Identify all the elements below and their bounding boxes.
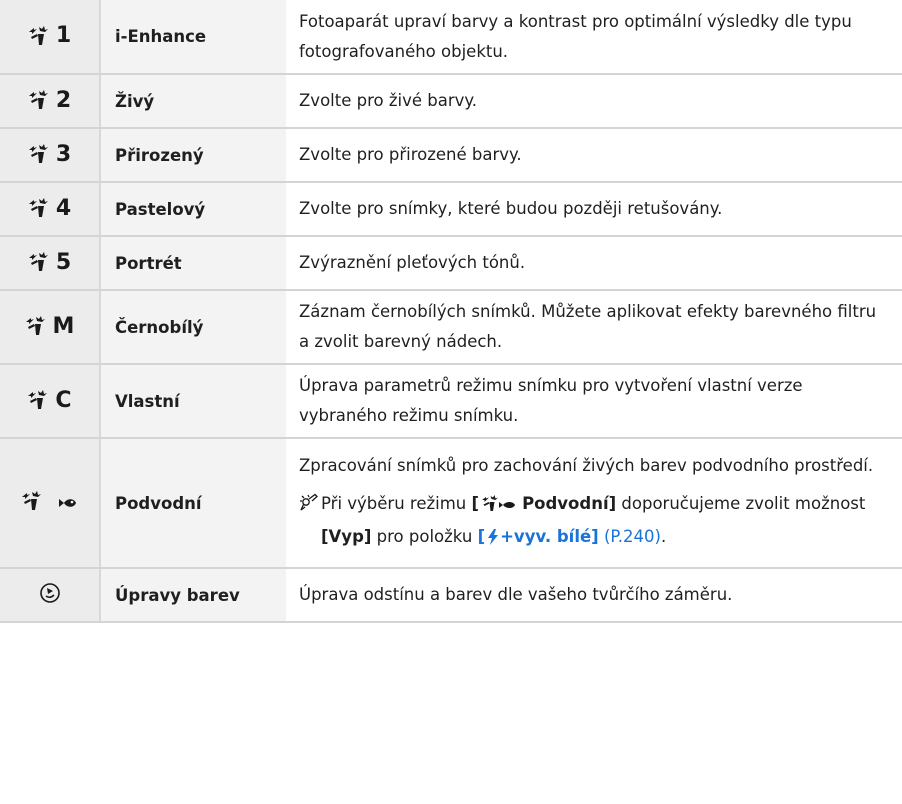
mode-name: Portrét <box>100 236 286 291</box>
tip-text-part: Při výběru režimu <box>321 494 472 513</box>
picture-mode-table: 1 i-Enhance Fotoaparát upraví barvy a kont… <box>0 0 902 623</box>
table-row: 1 i-Enhance Fotoaparát upraví barvy a kont… <box>0 0 902 75</box>
tip-pencil-icon <box>299 489 321 523</box>
table-row: 3 Přirozený Zvolte pro přirozené barvy. <box>0 128 902 183</box>
mode-description-cell: Úprava odstínu a barev dle vašeho tvůrčí… <box>286 568 902 623</box>
bracket: [ <box>471 494 480 513</box>
mode-number: 4 <box>55 195 72 221</box>
mode-icon-cell <box>0 438 101 569</box>
underwater-mode-label: Podvodní] <box>522 494 617 513</box>
picture-mode-icon: M <box>25 313 75 339</box>
mode-name: Přirozený <box>100 128 286 183</box>
table-row: 5 Portrét Zvýraznění pleťových tónů. <box>0 236 902 291</box>
picture-mode-icon: 2 <box>28 88 71 113</box>
flash-wb-ref: [ +vyv. bílé] <box>478 527 599 546</box>
flash-icon <box>487 525 499 555</box>
mode-description: Fotoaparát upraví barvy a kontrast pro o… <box>299 11 852 61</box>
picture-mode-icon: 1 <box>28 23 71 48</box>
mode-description: Zvolte pro živé barvy. <box>299 91 478 110</box>
underwater-mode-ref: [ Podvodní] <box>472 494 617 513</box>
mode-description: Úprava parametrů režimu snímku pro vytvo… <box>299 376 803 425</box>
mode-icon-cell: C <box>0 364 101 439</box>
mode-name: i-Enhance <box>100 0 286 75</box>
picture-mode-icon: 3 <box>28 142 71 167</box>
picture-mode-icon: 4 <box>28 196 71 221</box>
page-link[interactable]: (P.240) <box>604 527 661 546</box>
tip-text-part: doporučujeme zvolit možnost <box>616 494 866 513</box>
flash-wb-label: +vyv. bílé] <box>500 527 599 546</box>
mode-name: Úpravy barev <box>100 568 286 623</box>
mode-icon-cell: 2 <box>0 74 101 129</box>
mode-number: C <box>55 387 72 413</box>
mode-number: M <box>52 313 75 339</box>
mode-description: Zpracování snímků pro zachování živých b… <box>299 456 874 475</box>
picture-mode-icon: C <box>27 387 72 413</box>
mode-description: Záznam černobílých snímků. Můžete apliko… <box>299 302 877 351</box>
tip-text-part: pro položku <box>371 527 478 546</box>
picture-mode-icon: 5 <box>28 250 71 275</box>
mode-icon-cell: 1 <box>0 0 101 75</box>
bracket: [ <box>477 527 486 546</box>
off-option-ref: [Vyp] <box>321 527 372 546</box>
table-row: M Černobílý Záznam černobílých snímků. Můž… <box>0 290 902 365</box>
mode-description: Zvolte pro snímky, které budou později r… <box>299 199 723 218</box>
mode-description-cell: Zpracování snímků pro zachování živých b… <box>286 438 902 569</box>
mode-description-cell: Fotoaparát upraví barvy a kontrast pro o… <box>286 0 902 75</box>
mode-number: 1 <box>55 23 72 49</box>
mode-name: Vlastní <box>100 364 286 439</box>
mode-name: Černobílý <box>100 290 286 365</box>
mode-number: 2 <box>55 87 72 113</box>
mode-number: 5 <box>55 249 72 275</box>
mode-icon-cell <box>0 568 101 623</box>
mode-name: Pastelový <box>100 182 286 237</box>
table-row: Úpravy barev Úprava odstínu a barev dle v… <box>0 568 902 623</box>
mode-icon-cell: 5 <box>0 236 101 291</box>
mode-description-cell: Záznam černobílých snímků. Můžete apliko… <box>286 290 902 365</box>
table-row: C Vlastní Úprava parametrů režimu snímku p… <box>0 364 902 439</box>
color-creator-dial-icon <box>39 582 61 604</box>
mode-description-cell: Zvolte pro snímky, které budou později r… <box>286 182 902 237</box>
table-row: 4 Pastelový Zvolte pro snímky, které budou… <box>0 182 902 237</box>
mode-icon-cell: 4 <box>0 182 101 237</box>
mode-description-cell: Zvolte pro přirozené barvy. <box>286 128 902 183</box>
mode-description: Úprava odstínu a barev dle vašeho tvůrčí… <box>299 585 733 604</box>
table-row: Podvodní Zpracování snímků pro zachování … <box>0 438 902 569</box>
mode-name: Podvodní <box>100 438 286 569</box>
mode-description-cell: Úprava parametrů režimu snímku pro vytvo… <box>286 364 902 439</box>
mode-description: Zvolte pro přirozené barvy. <box>299 145 522 164</box>
underwater-picture-mode-icon <box>21 491 79 511</box>
tip-text-part: . <box>660 527 667 546</box>
mode-icon-cell: 3 <box>0 128 101 183</box>
table-row: 2 Živý Zvolte pro živé barvy. <box>0 74 902 129</box>
tip-text: Při výběru režimu [ Podvodní] doporučujem… <box>321 489 882 555</box>
mode-name: Živý <box>100 74 286 129</box>
mode-description-cell: Zvolte pro živé barvy. <box>286 74 902 129</box>
tip-note: Při výběru režimu [ Podvodní] doporučujem… <box>299 489 882 555</box>
mode-description-cell: Zvýraznění pleťových tónů. <box>286 236 902 291</box>
mode-icon-cell: M <box>0 290 101 365</box>
mode-description: Zvýraznění pleťových tónů. <box>299 253 526 272</box>
underwater-picture-mode-icon <box>481 492 521 522</box>
mode-number: 3 <box>55 141 72 167</box>
